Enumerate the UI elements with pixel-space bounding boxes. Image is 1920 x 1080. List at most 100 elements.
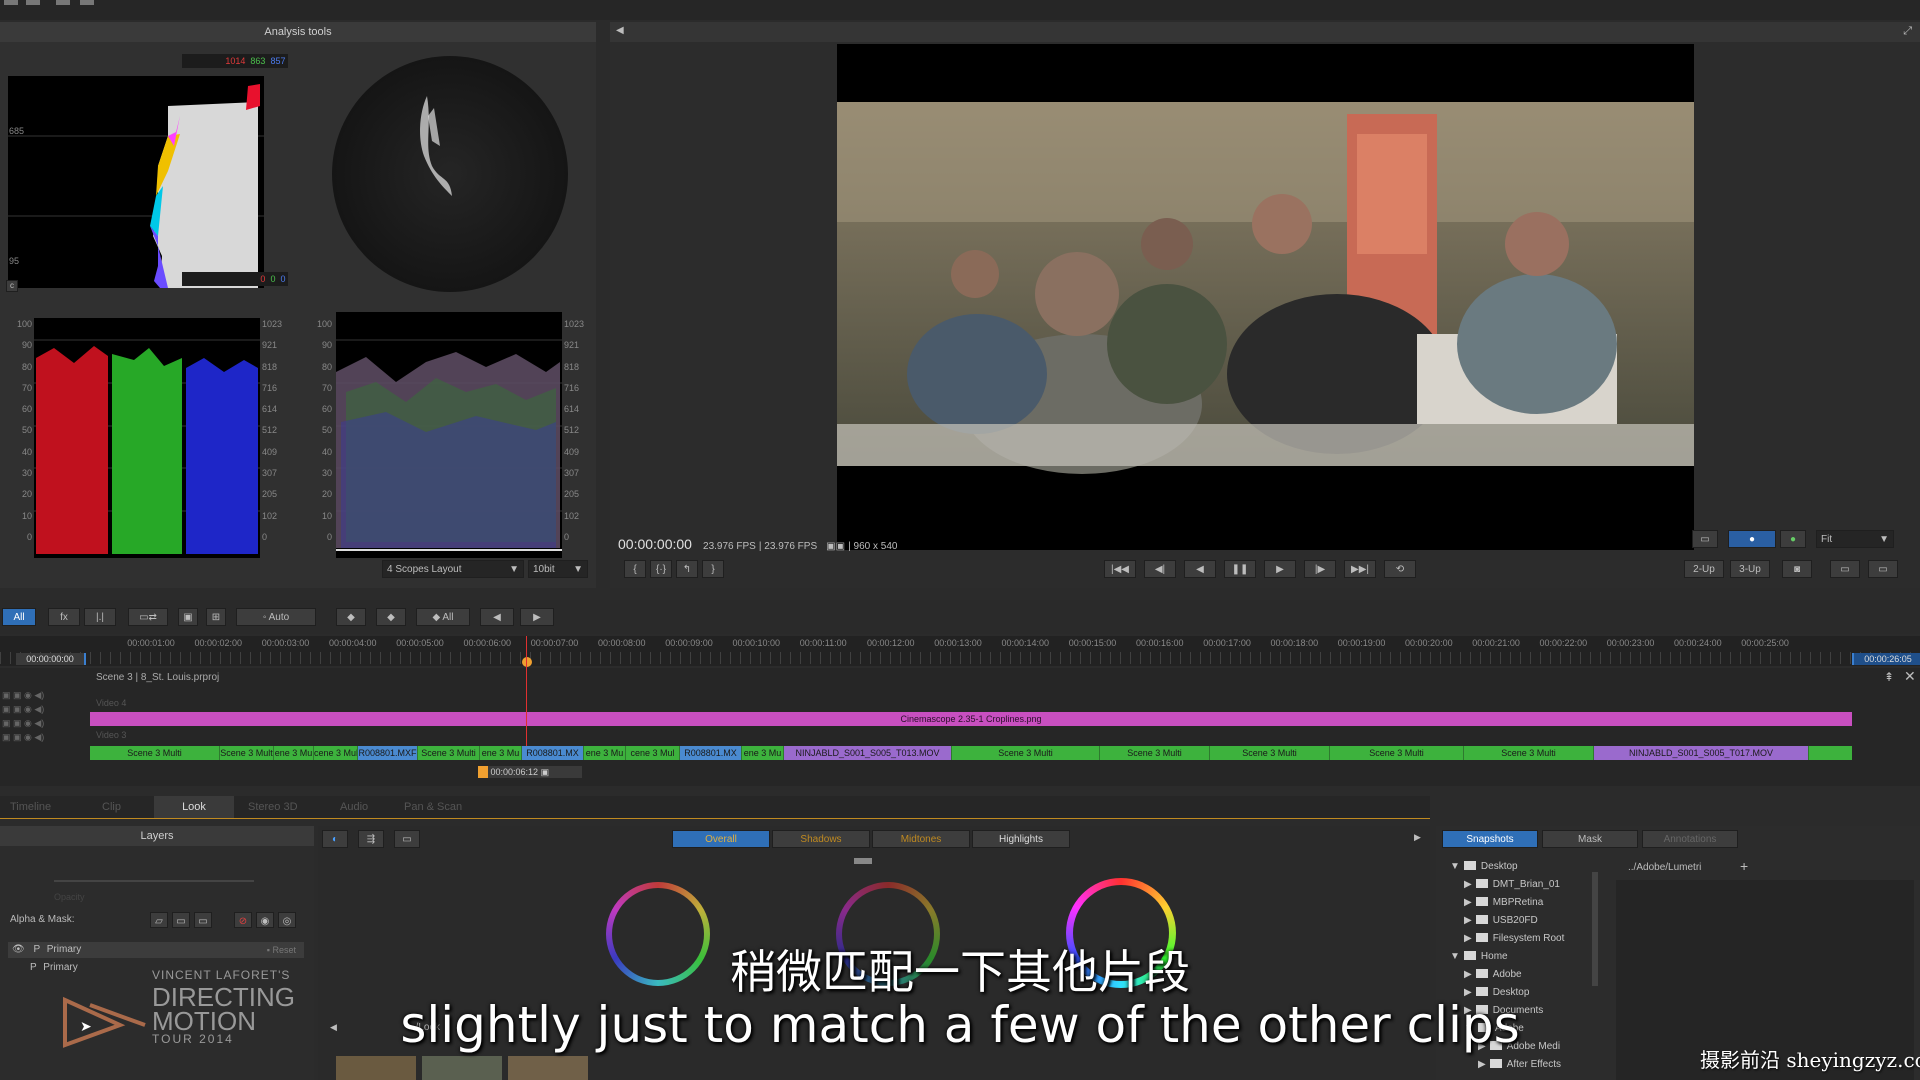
timeline-clip[interactable]: cene 3 Mul <box>626 746 680 760</box>
opacity-slider[interactable] <box>54 880 254 882</box>
look-thumbnail[interactable] <box>336 1056 416 1080</box>
close-icon[interactable]: ✕ <box>1904 668 1916 685</box>
toolbar-icon[interactable] <box>26 0 40 5</box>
remove-keyframe-icon[interactable]: ◆ <box>376 608 406 626</box>
wipe-button[interactable]: ▭ <box>1692 530 1718 548</box>
color-channels-button[interactable]: ● <box>1728 530 1776 548</box>
mask-button[interactable]: ◎ <box>278 912 296 928</box>
tab-timeline[interactable]: Timeline <box>10 801 51 813</box>
tree-item-usb[interactable]: ▶ USB20FD <box>1450 912 1626 930</box>
expand-icon[interactable]: ▶ <box>1414 832 1421 843</box>
tab-highlights[interactable]: Highlights <box>972 830 1070 848</box>
goto-in-button[interactable]: ↰ <box>676 560 698 578</box>
next-keyframe-icon[interactable]: ▶ <box>520 608 554 626</box>
go-to-end-icon[interactable]: ▶▶| <box>1344 560 1376 578</box>
scope-options-button[interactable]: c <box>6 280 18 292</box>
mark-clip-button[interactable]: {·} <box>650 560 672 578</box>
mask-button[interactable]: ▭ <box>172 912 190 928</box>
keyframe-all-button[interactable]: ◆ All <box>416 608 470 626</box>
timeline-clip[interactable]: Scene 3 Multi <box>1330 746 1464 760</box>
tree-item-dmt[interactable]: ▶ DMT_Brian_01 <box>1450 876 1626 894</box>
add-keyframe-icon[interactable]: ◆ <box>336 608 366 626</box>
toolbar-icon[interactable] <box>56 0 70 5</box>
timeline-clip[interactable]: Scene 3 Multi <box>1100 746 1210 760</box>
look-thumbnail[interactable] <box>508 1056 588 1080</box>
tab-snapshots[interactable]: Snapshots <box>1442 830 1538 848</box>
video-frame[interactable] <box>837 44 1694 550</box>
display-mode-icon[interactable]: ▣▣ <box>826 541 845 552</box>
overlay-toggle-button[interactable]: ▭⇄ <box>128 608 168 626</box>
timeline-clip[interactable]: ene 3 Mu <box>584 746 626 760</box>
three-up-button[interactable]: 3-Up <box>1730 560 1770 578</box>
wheel-divider-handle[interactable] <box>854 858 872 864</box>
timeline-clip[interactable]: NINJABLD_S001_S005_T017.MOV <box>1594 746 1809 760</box>
mark-in-button[interactable]: { <box>624 560 646 578</box>
time-ruler[interactable]: 00:00:01:00 00:00:02:00 00:00:03:00 00:00:0… <box>0 636 1920 667</box>
mask-button[interactable]: ▱ <box>150 912 168 928</box>
curves-mode-icon[interactable]: ⇶ <box>358 830 384 848</box>
mask-button[interactable]: ◉ <box>256 912 274 928</box>
toolbar-icon[interactable] <box>4 0 18 5</box>
overlay-clip[interactable]: Cinemascope 2.35-1 Croplines.png <box>90 712 1852 726</box>
timeline-clip[interactable]: Scene 3 Multi <box>90 746 220 760</box>
timeline-clip[interactable]: Scene 3 Mult <box>220 746 274 760</box>
timeline-clip[interactable]: R008801.MX <box>680 746 742 760</box>
snapshot-icon[interactable]: ▣ <box>541 767 550 777</box>
timeline-clip[interactable]: cene 3 Mult <box>314 746 358 760</box>
tree-item-after-effects[interactable]: ▶ After Effects <box>1450 1056 1626 1074</box>
loop-icon[interactable]: ⟲ <box>1384 560 1416 578</box>
tab-clip[interactable]: Clip <box>102 801 121 813</box>
two-up-button[interactable]: 2-Up <box>1684 560 1724 578</box>
track-button[interactable]: |.| <box>84 608 116 626</box>
grid-button[interactable]: ⊞ <box>206 608 226 626</box>
timeline-clip[interactable]: R008801.MX <box>522 746 584 760</box>
mask-button[interactable]: ▭ <box>194 912 212 928</box>
filter-all-button[interactable]: All <box>2 608 36 626</box>
layout-icon[interactable]: ▭ <box>1830 560 1860 578</box>
toolbar-icon[interactable] <box>80 0 94 5</box>
bit-depth-select[interactable]: 10bit ▼ <box>528 560 588 578</box>
scopes-layout-select[interactable]: 4 Scopes Layout ▼ <box>382 560 524 578</box>
rgb-toggle-button[interactable]: ● <box>1780 530 1806 548</box>
timeline-clip[interactable]: ene 3 Mu <box>274 746 314 760</box>
timeline-clip[interactable]: Scene 3 Multi <box>418 746 480 760</box>
layout-icon[interactable]: ▭ <box>1868 560 1898 578</box>
maximize-icon[interactable]: ⤢ <box>1903 25 1912 38</box>
split-view-button[interactable]: ▣ <box>178 608 198 626</box>
timeline-clip[interactable]: Scene 3 Multi <box>952 746 1100 760</box>
step-back-icon[interactable]: ◀| <box>1144 560 1176 578</box>
playhead-handle[interactable] <box>522 657 532 667</box>
add-snapshot-icon[interactable]: + <box>1740 858 1748 874</box>
tab-stereo-3d[interactable]: Stereo 3D <box>248 801 298 813</box>
timeline-clip[interactable]: Scene 3 Multi <box>1210 746 1330 760</box>
fit-select[interactable]: Fit ▼ <box>1816 530 1894 548</box>
tab-look[interactable]: Look <box>154 796 234 818</box>
play-icon[interactable]: ▶ <box>1264 560 1296 578</box>
play-reverse-icon[interactable]: ◀ <box>1184 560 1216 578</box>
collapse-left-icon[interactable]: ◀ <box>616 25 624 36</box>
auto-keyframe-button[interactable]: ◦ Auto <box>236 608 316 626</box>
tab-overall[interactable]: Overall <box>672 830 770 848</box>
mark-out-button[interactable]: } <box>702 560 724 578</box>
mask-button[interactable]: ⊘ <box>234 912 252 928</box>
timeline-clip[interactable]: NINJABLD_S001_S005_T013.MOV <box>784 746 952 760</box>
timeline-clip[interactable]: ene 3 Mu <box>742 746 784 760</box>
prev-keyframe-icon[interactable]: ◀ <box>480 608 514 626</box>
add-track-icon[interactable]: ⇞ <box>1884 670 1894 684</box>
tab-midtones[interactable]: Midtones <box>872 830 970 848</box>
tree-item-desktop[interactable]: ▼ Desktop <box>1450 858 1626 876</box>
timeline-clip[interactable]: ene 3 Mu <box>480 746 522 760</box>
look-thumbnail[interactable] <box>422 1056 502 1080</box>
timeline-clip[interactable]: R008801.MXF <box>358 746 418 760</box>
step-forward-icon[interactable]: |▶ <box>1304 560 1336 578</box>
pause-icon[interactable]: ❚❚ <box>1224 560 1256 578</box>
track-toggle-icons[interactable]: ▣ ▣ ◉ ◀) ▣ ▣ ◉ ◀) ▣ ▣ ◉ ◀) ▣ ▣ ◉ ◀) <box>2 688 44 744</box>
levels-mode-icon[interactable]: ▭ <box>394 830 420 848</box>
tab-shadows[interactable]: Shadows <box>772 830 870 848</box>
tab-audio[interactable]: Audio <box>340 801 368 813</box>
go-to-start-icon[interactable]: |◀◀ <box>1104 560 1136 578</box>
tab-annotations[interactable]: Annotations <box>1642 830 1738 848</box>
tab-pan-scan[interactable]: Pan & Scan <box>404 801 462 813</box>
tab-mask[interactable]: Mask <box>1542 830 1638 848</box>
tree-item-mbpretina[interactable]: ▶ MBPRetina <box>1450 894 1626 912</box>
